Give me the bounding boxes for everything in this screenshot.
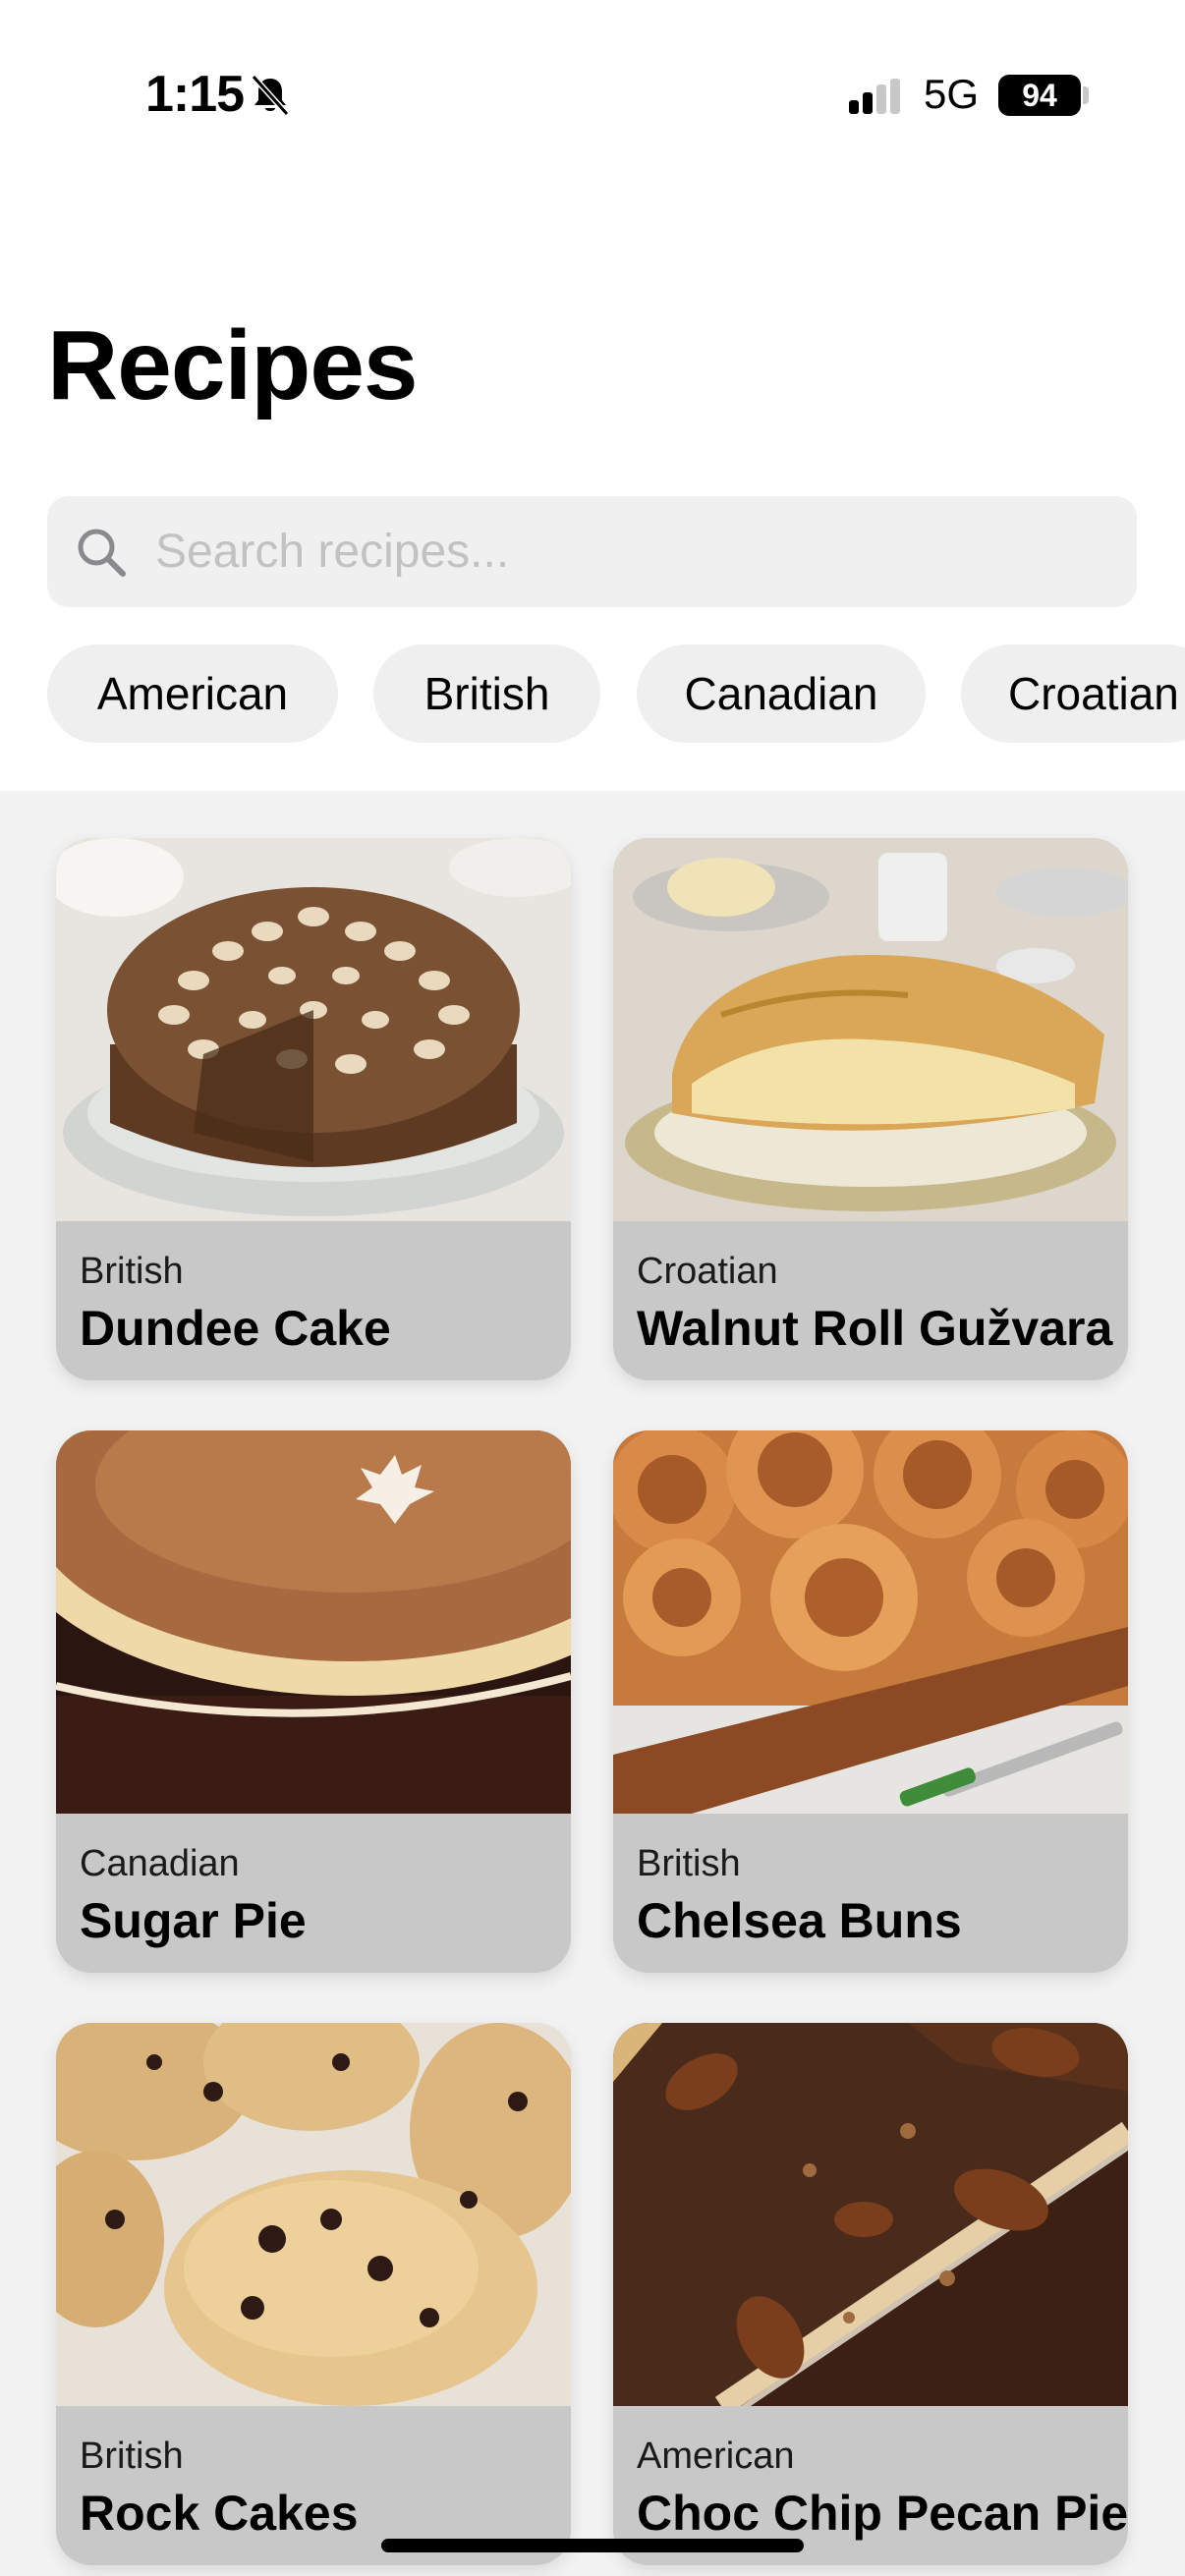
recipe-card[interactable]: British Dundee Cake bbox=[56, 838, 571, 1380]
filter-chip-british[interactable]: British bbox=[373, 644, 600, 743]
recipe-image bbox=[56, 838, 571, 1221]
search-input[interactable] bbox=[155, 496, 1099, 607]
recipe-card[interactable]: British Rock Cakes bbox=[56, 2023, 571, 2565]
cellular-signal-icon bbox=[849, 79, 900, 114]
recipe-area: British bbox=[80, 1251, 184, 1292]
filter-chip-canadian[interactable]: Canadian bbox=[637, 644, 926, 743]
recipe-name: Walnut Roll Gužvara bbox=[637, 1301, 1113, 1356]
filter-chip-american[interactable]: American bbox=[47, 644, 338, 743]
recipe-image bbox=[56, 1430, 571, 1814]
recipe-area: Croatian bbox=[637, 1251, 778, 1292]
recipe-area: American bbox=[637, 2436, 795, 2477]
recipe-area: British bbox=[637, 1843, 741, 1884]
filter-chip-croatian[interactable]: Croatian bbox=[961, 644, 1185, 743]
recipe-image bbox=[613, 838, 1128, 1221]
status-time: 1:15 bbox=[145, 66, 245, 123]
battery-cap bbox=[1083, 86, 1089, 104]
battery-level: 94 bbox=[1022, 78, 1057, 113]
network-type: 5G bbox=[924, 71, 980, 117]
recipe-card[interactable]: American Choc Chip Pecan Pie bbox=[613, 2023, 1128, 2565]
recipe-card[interactable]: British Chelsea Buns bbox=[613, 1430, 1128, 1973]
recipe-name: Choc Chip Pecan Pie bbox=[637, 2486, 1128, 2541]
recipe-name: Dundee Cake bbox=[80, 1301, 391, 1356]
recipe-card[interactable]: Canadian Sugar Pie bbox=[56, 1430, 571, 1973]
home-indicator[interactable] bbox=[381, 2539, 804, 2552]
recipe-name: Sugar Pie bbox=[80, 1893, 307, 1948]
search-bar[interactable] bbox=[47, 496, 1137, 607]
bell-muted-icon bbox=[251, 74, 290, 117]
recipe-name: Rock Cakes bbox=[80, 2486, 359, 2541]
recipe-card[interactable]: Croatian Walnut Roll Gužvara bbox=[613, 838, 1128, 1380]
battery-icon: 94 bbox=[998, 75, 1081, 116]
recipe-area: Canadian bbox=[80, 1843, 240, 1884]
recipe-image bbox=[613, 2023, 1128, 2406]
search-icon bbox=[78, 529, 126, 577]
recipe-image bbox=[613, 1430, 1128, 1814]
recipe-image bbox=[56, 2023, 571, 2406]
recipe-area: British bbox=[80, 2436, 184, 2477]
recipe-name: Chelsea Buns bbox=[637, 1893, 962, 1948]
page-title: Recipes bbox=[47, 310, 419, 420]
